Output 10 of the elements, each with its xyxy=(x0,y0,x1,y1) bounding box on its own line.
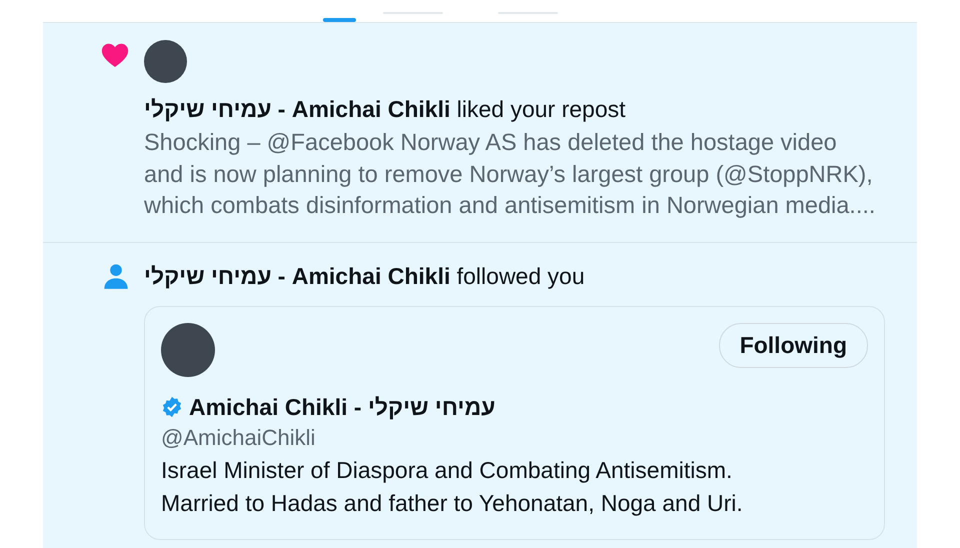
person-icon xyxy=(102,262,130,290)
post-text: Shocking – @Facebook Norway AS has deleted the hostage video and is now planning to remove Norway’s largest group (@StoppNRK), which combats disinformation and antisemitism in Norwegian media.... xyxy=(144,128,876,220)
profile-bio: Israel Minister of Diaspora and Combating Antisemitism. xyxy=(161,456,734,485)
following-button[interactable]: Following xyxy=(718,322,868,368)
profile-name: Amichai Chikli - עמיחי שיקלי xyxy=(189,392,496,422)
avatar[interactable] xyxy=(144,40,187,83)
tab-indicator[interactable] xyxy=(323,18,356,22)
profile-bio: Married to Hadas and father to Yehonatan, Noga and Uri. xyxy=(161,488,744,518)
profile-handle: @AmichaiChikli xyxy=(161,424,316,452)
avatar[interactable] xyxy=(161,322,215,376)
